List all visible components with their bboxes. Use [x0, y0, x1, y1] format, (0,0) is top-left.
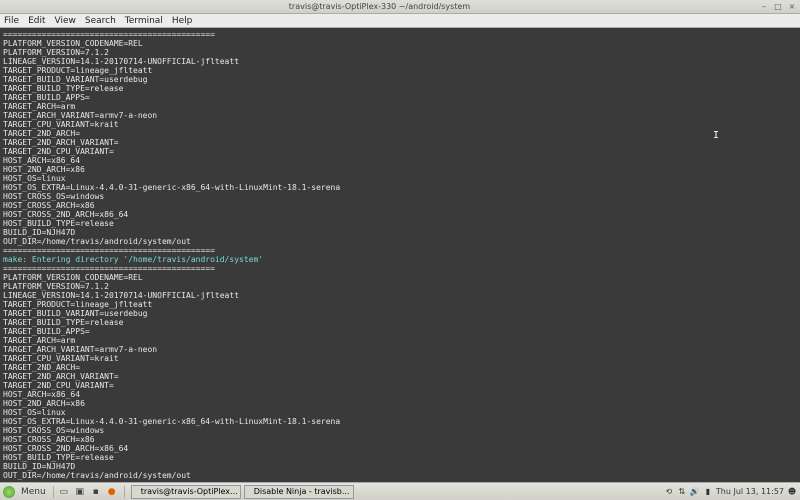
window-maximize-button[interactable]: □	[773, 2, 783, 12]
menu-search[interactable]: Search	[85, 16, 116, 26]
user-icon[interactable]: ☻	[787, 487, 797, 497]
file-manager-icon[interactable]: ▣	[73, 485, 87, 499]
taskbar-task-label: Disable Ninja - travisb...	[254, 487, 350, 496]
window-minimize-button[interactable]: –	[759, 2, 769, 12]
taskbar: Menu ▭ ▣ ▪ ● travis@travis-OptiPlex... D…	[0, 482, 800, 500]
network-icon[interactable]: ⇅	[677, 487, 687, 497]
taskbar-separator	[124, 486, 125, 498]
menu-terminal[interactable]: Terminal	[125, 16, 163, 26]
terminal-viewport[interactable]: ========================================…	[0, 28, 800, 482]
mouse-pointer: I	[713, 131, 719, 140]
system-tray: ⟲ ⇅ 🔊 ▮ Thu Jul 13, 11:57 ☻	[664, 487, 797, 497]
taskbar-task-firefox[interactable]: Disable Ninja - travisb...	[244, 485, 354, 499]
firefox-launcher-icon[interactable]: ●	[105, 485, 119, 499]
taskbar-task-terminal[interactable]: travis@travis-OptiPlex...	[131, 485, 241, 499]
taskbar-separator	[53, 486, 54, 498]
start-menu-button[interactable]: Menu	[21, 487, 46, 497]
menu-edit[interactable]: Edit	[28, 16, 45, 26]
window-titlebar: travis@travis-OptiPlex-330 ~/android/sys…	[0, 0, 800, 14]
volume-icon[interactable]: 🔊	[690, 487, 700, 497]
menu-help[interactable]: Help	[172, 16, 193, 26]
window-close-button[interactable]: ×	[787, 2, 797, 12]
menu-file[interactable]: File	[4, 16, 19, 26]
terminal-launcher-icon[interactable]: ▪	[89, 485, 103, 499]
mint-menu-icon[interactable]	[3, 486, 15, 498]
taskbar-task-label: travis@travis-OptiPlex...	[141, 487, 238, 496]
menubar: File Edit View Search Terminal Help	[0, 14, 800, 28]
clock[interactable]: Thu Jul 13, 11:57	[716, 487, 784, 496]
battery-icon[interactable]: ▮	[703, 487, 713, 497]
show-desktop-icon[interactable]: ▭	[57, 485, 71, 499]
update-manager-icon[interactable]: ⟲	[664, 487, 674, 497]
menu-view[interactable]: View	[55, 16, 76, 26]
window-title: travis@travis-OptiPlex-330 ~/android/sys…	[0, 2, 759, 11]
